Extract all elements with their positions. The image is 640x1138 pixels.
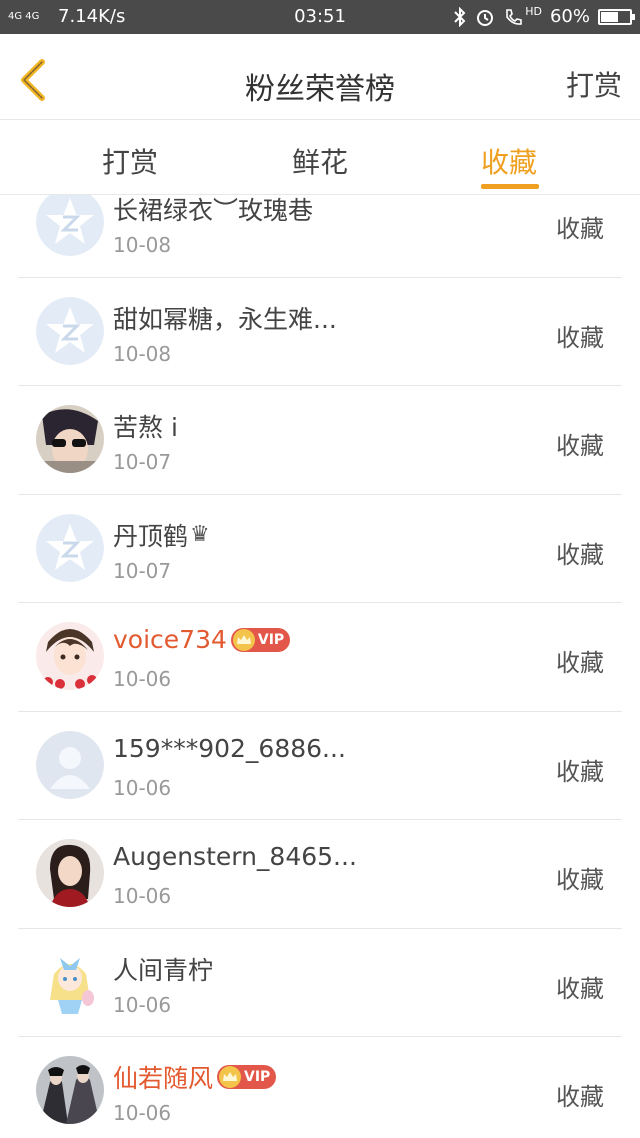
avatar[interactable] xyxy=(36,513,104,582)
date: 10-06 xyxy=(113,775,172,800)
avatar[interactable] xyxy=(36,195,104,256)
date: 10-08 xyxy=(113,233,172,257)
list-item[interactable]: 甜如幂糖，永生难... 10-08 收藏 xyxy=(0,278,640,387)
date: 10-06 xyxy=(113,667,172,691)
avatar[interactable] xyxy=(36,405,104,473)
date: 10-06 xyxy=(113,992,172,1017)
avatar[interactable] xyxy=(36,839,104,907)
action-label: 收藏 xyxy=(556,215,604,243)
tab-reward[interactable]: 打赏 xyxy=(102,141,158,181)
battery-percent: 60% xyxy=(549,6,590,27)
avatar[interactable] xyxy=(36,622,104,690)
action-label: 收藏 xyxy=(556,540,604,569)
username[interactable]: voice734 xyxy=(113,625,227,654)
action-label: 收藏 xyxy=(556,974,604,1003)
crown-icon xyxy=(219,1066,242,1088)
name-line: 甜如幂糖，永生难... xyxy=(113,300,337,336)
action-label: 收藏 xyxy=(556,1083,604,1111)
name-line: 159***902_6886... xyxy=(113,734,346,763)
list-item[interactable]: Augenstern_8465... 10-06 收藏 xyxy=(0,820,640,929)
vip-label: VIP xyxy=(257,631,285,648)
list-item[interactable]: 苦熬 i 10-07 收藏 xyxy=(0,386,640,495)
action-label: 收藏 xyxy=(556,757,604,786)
username[interactable]: 人间青柠 xyxy=(113,951,213,987)
date: 10-06 xyxy=(113,884,172,908)
bluetooth-icon xyxy=(454,6,466,27)
alarm-icon xyxy=(477,9,494,26)
list-item[interactable]: 丹顶鹤 ♛ 10-07 收藏 xyxy=(0,495,640,604)
name-line: 丹顶鹤 ♛ xyxy=(113,517,210,553)
vip-badge: VIP xyxy=(230,627,291,652)
username[interactable]: 长裙绿衣︶玫瑰巷 xyxy=(113,195,313,227)
username[interactable]: 丹顶鹤 xyxy=(113,517,188,553)
vip-badge: VIP xyxy=(217,1065,277,1089)
page-title: 粉丝荣誉榜 xyxy=(245,72,395,107)
name-line: 仙若随风 VIP xyxy=(113,1059,277,1095)
status-right: HD 60% xyxy=(453,5,635,27)
battery-icon xyxy=(598,8,635,25)
name-line: 人间青柠 xyxy=(113,951,213,987)
name-line: 苦熬 i xyxy=(113,408,178,444)
username[interactable]: 159***902_6886... xyxy=(113,734,346,763)
name-line: 长裙绿衣︶玫瑰巷 xyxy=(113,195,313,227)
chevron-left-icon xyxy=(21,59,45,101)
date: 10-07 xyxy=(113,450,172,474)
avatar[interactable] xyxy=(36,730,104,799)
date: 10-08 xyxy=(113,341,172,366)
tab-bar: 打赏 鲜花 收藏 xyxy=(0,121,640,195)
name-line: Augenstern_8465... xyxy=(113,842,357,871)
action-label: 收藏 xyxy=(556,866,604,894)
nav-bar: 粉丝荣誉榜 打赏 xyxy=(0,34,640,120)
tab-flowers[interactable]: 鲜花 xyxy=(292,141,348,181)
reward-button[interactable]: 打赏 xyxy=(566,64,622,104)
name-line: voice734 VIP xyxy=(113,625,291,654)
action-label: 收藏 xyxy=(556,649,604,677)
active-tab-indicator xyxy=(481,184,539,189)
list-item[interactable]: 仙若随风 VIP 10-06 收藏 xyxy=(0,1037,640,1138)
phone-hd-icon xyxy=(506,8,523,25)
hd-label: HD xyxy=(525,5,542,18)
vip-label: VIP xyxy=(244,1069,271,1085)
date: 10-07 xyxy=(113,558,172,583)
username[interactable]: 甜如幂糖，永生难... xyxy=(113,300,337,336)
tab-collect[interactable]: 收藏 xyxy=(481,141,537,181)
back-button[interactable] xyxy=(14,58,54,102)
fan-list-inner: 长裙绿衣︶玫瑰巷 10-08 收藏 甜如幂糖，永生难... 10-08 收藏 苦熬 i 10-… xyxy=(0,195,640,1138)
username[interactable]: 仙若随风 xyxy=(113,1059,213,1095)
username[interactable]: 苦熬 i xyxy=(113,408,178,444)
date: 10-06 xyxy=(113,1101,172,1125)
fan-list[interactable]: 长裙绿衣︶玫瑰巷 10-08 收藏 甜如幂糖，永生难... 10-08 收藏 苦熬 i 10-… xyxy=(0,195,640,1138)
action-label: 收藏 xyxy=(556,323,604,352)
avatar[interactable] xyxy=(36,1056,104,1124)
list-item[interactable]: 长裙绿衣︶玫瑰巷 10-08 收藏 xyxy=(0,195,640,278)
status-bar: 4G 4G 7.14K/s 03:51 HD 60% xyxy=(0,0,640,34)
username[interactable]: Augenstern_8465... xyxy=(113,842,357,871)
crown-icon: ♛ xyxy=(190,522,210,547)
avatar[interactable] xyxy=(36,947,104,1016)
action-label: 收藏 xyxy=(556,432,604,460)
list-item[interactable]: 159***902_6886... 10-06 收藏 xyxy=(0,712,640,821)
list-item[interactable]: voice734 VIP 10-06 收藏 xyxy=(0,603,640,712)
crown-icon xyxy=(232,628,255,651)
list-item[interactable]: 人间青柠 10-06 收藏 xyxy=(0,929,640,1038)
avatar[interactable] xyxy=(36,296,104,365)
